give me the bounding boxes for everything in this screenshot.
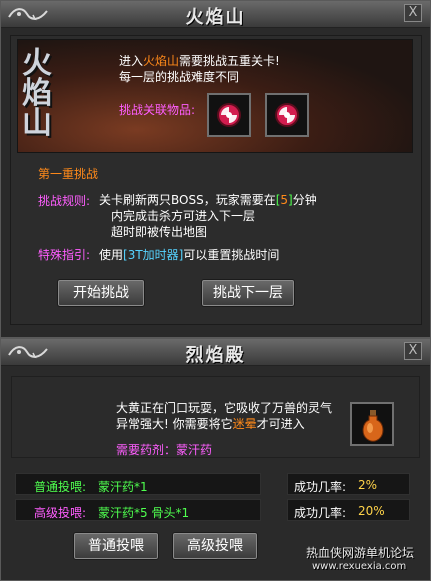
normal-rate-value: 2% — [358, 478, 378, 492]
section-title: 第一重挑战 — [38, 167, 99, 181]
next-level-button[interactable]: 挑战下一层 — [201, 279, 295, 307]
dialog-line-2b: 才可进入 — [256, 417, 305, 431]
related-item-slot-2[interactable] — [265, 93, 309, 137]
watermark-text: 热血侠网游单机论坛 — [306, 546, 415, 560]
desc-prefix: 进入 — [119, 54, 144, 68]
rule-minutes-value: 5 — [280, 193, 289, 207]
start-challenge-button[interactable]: 开始挑战 — [57, 279, 145, 307]
advanced-feed-value: 蒙汗药*5 骨头*1 — [98, 506, 190, 520]
close-button[interactable]: X — [404, 4, 422, 22]
normal-feed-button[interactable]: 普通投喂 — [73, 532, 159, 560]
related-item-slot-1[interactable] — [207, 93, 251, 137]
special-guide-text: 使用[3T加时器]可以重置挑战时间 — [99, 246, 279, 263]
advanced-feed-label: 高级投喂: — [34, 506, 87, 520]
advanced-rate-row: 成功几率: 20% — [287, 499, 410, 521]
normal-feed-row: 普通投喂: 蒙汗药*1 — [15, 473, 261, 495]
watermark-url: www.rexuexia.com — [312, 561, 407, 572]
special-guide-label: 特殊指引: — [38, 248, 91, 262]
close-icon: X — [408, 343, 418, 358]
rule-line-1a: 关卡刷新两只BOSS，玩家需要在 — [99, 193, 276, 207]
panel-titlebar[interactable]: 火焰山 X — [1, 1, 430, 28]
potion-icon — [362, 410, 384, 442]
panel-title: 烈焰殿 — [185, 345, 246, 366]
rune-item-icon — [217, 103, 241, 127]
special-item: [3T加时器] — [123, 248, 184, 262]
banner-title: 火焰山 — [22, 46, 52, 141]
related-items-label: 挑战关联物品: — [119, 103, 196, 117]
normal-rate-row: 成功几率: 2% — [287, 473, 410, 495]
normal-feed-value: 蒙汗药*1 — [98, 480, 148, 494]
banner-description: 进入火焰山需要挑战五重关卡! 每一层的挑战难度不同 — [119, 53, 280, 85]
rune-item-icon — [275, 103, 299, 127]
advanced-rate-label: 成功几率: — [294, 506, 347, 520]
desc-line-2: 每一层的挑战难度不同 — [119, 70, 240, 84]
dialog-line-2a: 异常强大! 你需要将它 — [116, 417, 233, 431]
panel-title: 火焰山 — [185, 7, 246, 28]
desc-suffix: 需要挑战五重关卡! — [179, 54, 280, 68]
dialog-text: 大黄正在门口玩耍，它吸收了万兽的灵气 异常强大! 你需要将它迷晕才可进入 — [116, 400, 332, 432]
potion-item-slot[interactable] — [350, 402, 394, 446]
rule-line-2: 内完成击杀方可进入下一层 — [111, 209, 256, 223]
special-suffix: 可以重置挑战时间 — [183, 248, 280, 262]
dialog-highlight: 迷晕 — [232, 417, 257, 431]
desc-place: 火焰山 — [143, 54, 180, 68]
rule-label: 挑战规则: — [38, 194, 91, 208]
special-prefix: 使用 — [99, 248, 124, 262]
dialog-line-1: 大黄正在门口玩耍，它吸收了万兽的灵气 — [116, 401, 333, 415]
advanced-rate-value: 20% — [358, 504, 385, 518]
rule-text: 关卡刷新两只BOSS，玩家需要在[5]分钟 内完成击杀方可进入下一层 超时即被传… — [99, 192, 399, 240]
rule-line-3: 超时即被传出地图 — [111, 225, 208, 239]
panel-titlebar[interactable]: 烈焰殿 X — [1, 339, 430, 366]
advanced-feed-button[interactable]: 高级投喂 — [172, 532, 258, 560]
advanced-feed-row: 高级投喂: 蒙汗药*5 骨头*1 — [15, 499, 261, 521]
normal-rate-label: 成功几率: — [294, 480, 347, 494]
normal-feed-label: 普通投喂: — [34, 480, 87, 494]
close-button[interactable]: X — [404, 342, 422, 360]
fire-mountain-panel: 火焰山 X 火焰山 进入火焰山需要挑战五重关卡! 每一层的挑战难度不同 挑战关联… — [0, 0, 431, 338]
required-potion-label: 需要药剂：蒙汗药 — [116, 443, 213, 457]
close-icon: X — [408, 5, 418, 20]
rule-line-1b: 分钟 — [292, 193, 317, 207]
